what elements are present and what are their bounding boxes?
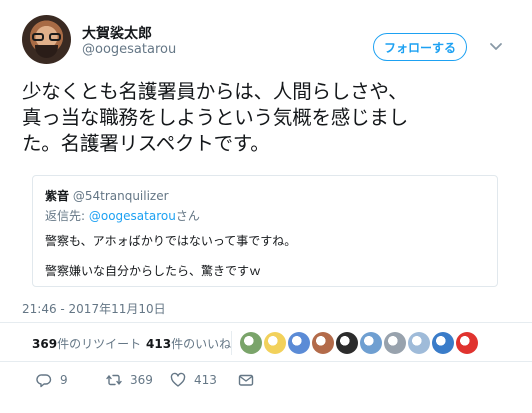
display-name[interactable]: 大賀裟太郎 (82, 23, 152, 43)
divider (231, 331, 232, 355)
reply-to-suffix: さん (175, 209, 200, 223)
daruma-avatar[interactable] (456, 332, 478, 354)
glasses-shape (32, 33, 61, 41)
blue-avatar[interactable] (360, 332, 382, 354)
screen-name[interactable]: @oogesatarou (82, 42, 176, 57)
quote-author-name: 紫音 (45, 189, 70, 203)
tweet-stats: 369件のリツイート 413件のいいね (0, 322, 532, 362)
quote-author-handle: @54tranquilizer (72, 189, 169, 203)
like-count: 413 (194, 373, 217, 387)
tweet-header: 大賀裟太郎 @oogesatarou フォローする (22, 15, 512, 65)
chevron-down-icon[interactable] (489, 39, 503, 53)
tweet-text-line: 少なくとも名護署員からは、人間らしさや、 (22, 80, 408, 103)
tweet-text-line: た。名護署リスペクトです。 (22, 132, 270, 155)
envelope-icon (238, 374, 254, 386)
message-button[interactable] (238, 372, 262, 388)
tweet-text-line: 真っ当な職務をしようという気概を感じまし (22, 106, 409, 129)
heart-icon (170, 372, 186, 387)
avatar[interactable] (22, 15, 71, 64)
reply-to-prefix: 返信先: (45, 209, 89, 223)
reply-to: 返信先: @oogesatarouさん (45, 207, 200, 224)
like-button[interactable]: 413 (170, 372, 217, 388)
beard-shape (35, 45, 58, 58)
follow-button[interactable]: フォローする (373, 33, 467, 61)
reply-to-handle[interactable]: @oogesatarou (89, 209, 176, 223)
fireworks-avatar[interactable] (432, 332, 454, 354)
reply-icon (36, 374, 52, 388)
tweet-actions: 9 369 413 (0, 372, 532, 396)
retweet-button[interactable]: 369 (106, 372, 153, 388)
field-avatar[interactable] (240, 332, 262, 354)
cartoon-avatar[interactable] (264, 332, 286, 354)
quote-text-line: 警察嫌いな自分からしたら、驚きですｗ (45, 264, 262, 278)
likes-label: 件のいいね (171, 337, 232, 351)
retweet-icon (106, 374, 122, 386)
retweets-stat[interactable]: 369件のリツイート (32, 335, 141, 352)
retweet-count: 369 (130, 373, 153, 387)
anime-avatar[interactable] (288, 332, 310, 354)
timestamp[interactable]: 21:46 - 2017年11月10日 (22, 300, 166, 317)
retweets-label: 件のリツイート (57, 337, 142, 351)
sky-avatar[interactable] (408, 332, 430, 354)
reply-button[interactable]: 9 (36, 372, 68, 388)
gray-avatar[interactable] (384, 332, 406, 354)
quoted-tweet[interactable]: 紫音 @54tranquilizer 返信先: @oogesatarouさん 警… (32, 175, 498, 287)
quote-text-line: 警察も、アホォばかりではないって事ですね。 (45, 234, 297, 248)
likes-stat[interactable]: 413件のいいね (146, 335, 231, 352)
reply-count: 9 (60, 373, 68, 387)
tweet-text: 少なくとも名護署員からは、人間らしさや、 真っ当な職務をしようという気概を感じま… (22, 79, 517, 157)
quote-author: 紫音 @54tranquilizer (45, 187, 169, 204)
person-avatar[interactable] (312, 332, 334, 354)
retweets-count: 369 (32, 337, 58, 351)
likes-count: 413 (146, 337, 172, 351)
dark-avatar[interactable] (336, 332, 358, 354)
